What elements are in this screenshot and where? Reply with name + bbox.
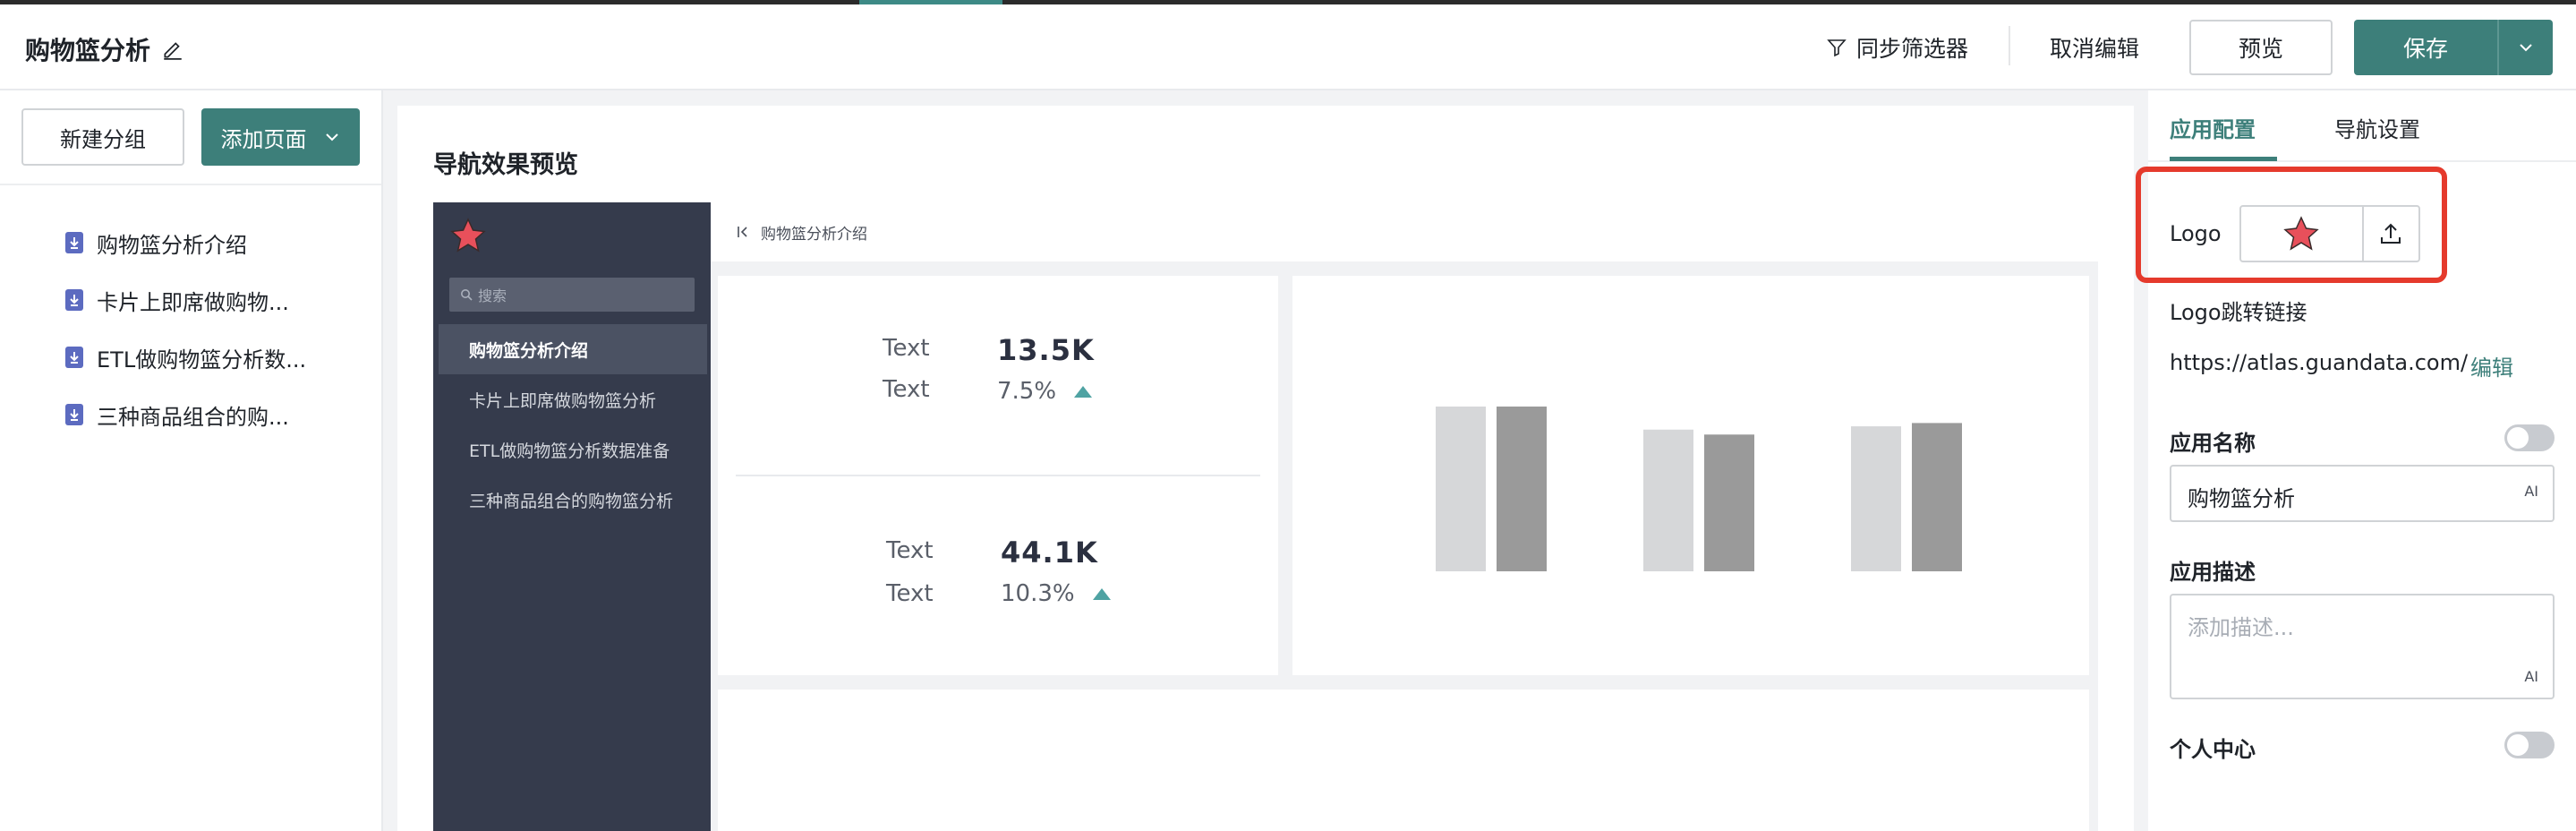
placeholder-bar xyxy=(1704,434,1754,571)
navigation-preview: 搜索 购物篮分析介绍 卡片上即席做购物篮分析 ETL做购物篮分析数据准备 三种商… xyxy=(433,202,2098,831)
page-item[interactable]: 购物篮分析介绍 xyxy=(64,214,306,271)
personal-center-label: 个人中心 xyxy=(2170,737,2256,762)
kpi-change: 10.3% xyxy=(1001,580,1111,607)
tab-nav-settings[interactable]: 导航设置 xyxy=(2334,112,2420,143)
page-item-label: 购物篮分析介绍 xyxy=(97,232,247,258)
placeholder-bar xyxy=(1643,429,1693,571)
chevron-down-icon xyxy=(2520,44,2532,52)
kpi-label: Text xyxy=(883,335,930,362)
header-divider xyxy=(2009,26,2010,65)
kpi-label: Text xyxy=(886,580,934,607)
add-page-button[interactable]: 添加页面 xyxy=(201,108,360,166)
preview-nav-item[interactable]: 卡片上即席做购物篮分析 xyxy=(439,374,707,424)
document-icon xyxy=(65,232,83,253)
placeholder-bar xyxy=(1912,423,1962,571)
app-desc-textarea[interactable]: 添加描述... AI xyxy=(2170,594,2555,699)
ai-assist-icon[interactable]: AI xyxy=(2524,483,2538,500)
bar-chart-card xyxy=(1292,276,2089,675)
placeholder-bar xyxy=(1436,407,1486,571)
preview-sidebar: 搜索 购物篮分析介绍 卡片上即席做购物篮分析 ETL做购物篮分析数据准备 三种商… xyxy=(433,202,711,831)
save-button[interactable]: 保存 xyxy=(2354,20,2497,75)
page-list: 购物篮分析介绍 卡片上即席做购物... ETL做购物篮分析数... 三种商品组合… xyxy=(64,214,306,443)
app-name-label: 应用名称 xyxy=(2170,431,2256,456)
empty-card xyxy=(718,690,2089,831)
preview-breadcrumb: 购物篮分析介绍 xyxy=(761,225,867,244)
page-item[interactable]: 卡片上即席做购物... xyxy=(64,271,306,329)
kpi-value: 13.5K xyxy=(997,333,1095,367)
trend-up-icon xyxy=(1092,587,1111,600)
edit-title-icon[interactable] xyxy=(161,38,184,61)
divider xyxy=(0,184,381,185)
logo-link-label: Logo跳转链接 xyxy=(2170,300,2307,325)
document-icon xyxy=(65,404,83,425)
kpi-label: Text xyxy=(886,537,934,564)
filter-icon xyxy=(1827,39,1847,57)
chevron-down-icon xyxy=(325,133,338,141)
kpi-change-value: 10.3% xyxy=(1001,580,1075,607)
page-item[interactable]: ETL做购物篮分析数... xyxy=(64,329,306,386)
left-sidebar: 新建分组 添加页面 购物篮分析介绍 卡片上即席做购物... ETL做购物篮分析数… xyxy=(0,90,383,831)
app-desc-label: 应用描述 xyxy=(2170,560,2256,585)
preview-nav-item-active[interactable]: 购物篮分析介绍 xyxy=(439,324,707,374)
kpi-card: Text 13.5K Text 7.5% Text 44.1K Text 10.… xyxy=(718,276,1278,675)
bar-chart-placeholder xyxy=(1436,407,1962,571)
preview-topbar: 购物篮分析介绍 xyxy=(711,202,2098,261)
kpi-label: Text xyxy=(883,376,930,403)
kpi-change: 7.5% xyxy=(997,378,1093,405)
placeholder-bar xyxy=(1497,407,1547,571)
config-tabs: 应用配置 导航设置 xyxy=(2148,90,2576,162)
save-button-group: 保存 xyxy=(2354,20,2553,75)
page-item-label: ETL做购物篮分析数... xyxy=(97,347,307,373)
kpi-change-value: 7.5% xyxy=(997,378,1057,405)
document-icon xyxy=(65,347,83,368)
search-icon xyxy=(461,289,473,301)
sync-filter-button[interactable]: 同步筛选器 xyxy=(1826,31,1968,64)
preview-nav: 购物篮分析介绍 卡片上即席做购物篮分析 ETL做购物篮分析数据准备 三种商品组合… xyxy=(439,324,707,525)
page-item-label: 三种商品组合的购... xyxy=(97,404,289,430)
center-panel: 导航效果预览 搜索 购物篮分析介绍 卡片上即席做购物篮分析 ETL做购物篮分析数… xyxy=(397,106,2134,831)
personal-center-toggle[interactable] xyxy=(2504,732,2555,758)
page-title-text: 购物篮分析 xyxy=(25,36,151,65)
edit-link-button[interactable]: 编辑 xyxy=(2470,350,2513,381)
sync-filter-label: 同步筛选器 xyxy=(1856,36,1969,62)
preview-search-input[interactable]: 搜索 xyxy=(449,278,695,312)
page-item[interactable]: 三种商品组合的购... xyxy=(64,386,306,443)
cancel-edit-button[interactable]: 取消编辑 xyxy=(2050,31,2139,64)
kpi-value: 44.1K xyxy=(1001,535,1098,570)
logo-highlight-box xyxy=(2136,167,2447,283)
document-icon xyxy=(65,289,83,311)
app-name-input[interactable]: 购物篮分析 AI xyxy=(2170,465,2555,522)
new-group-button[interactable]: 新建分组 xyxy=(21,108,184,166)
placeholder-bar xyxy=(1851,426,1901,571)
preview-button[interactable]: 预览 xyxy=(2189,20,2333,75)
search-placeholder: 搜索 xyxy=(478,287,508,304)
page-title: 购物篮分析 xyxy=(25,31,184,67)
ai-assist-icon[interactable]: AI xyxy=(2524,668,2538,685)
collapse-icon[interactable] xyxy=(736,225,750,239)
logo-link-value: https://atlas.guandata.com/ xyxy=(2170,350,2469,375)
section-title: 导航效果预览 xyxy=(433,151,578,179)
add-page-label: 添加页面 xyxy=(220,126,307,152)
save-dropdown-button[interactable] xyxy=(2497,20,2553,75)
preview-nav-item[interactable]: 三种商品组合的购物篮分析 xyxy=(439,475,707,525)
star-logo-icon xyxy=(450,218,486,253)
app-name-toggle[interactable] xyxy=(2504,424,2555,451)
page-item-label: 卡片上即席做购物... xyxy=(97,289,289,315)
app-name-value: 购物篮分析 xyxy=(2188,486,2295,511)
header: 购物篮分析 同步筛选器 取消编辑 预览 保存 xyxy=(0,4,2576,90)
preview-nav-item[interactable]: ETL做购物篮分析数据准备 xyxy=(439,424,707,475)
trend-up-icon xyxy=(1074,385,1093,398)
tab-app-config[interactable]: 应用配置 xyxy=(2170,112,2256,143)
active-tab-indicator xyxy=(2170,157,2277,161)
divider xyxy=(736,475,1260,476)
app-desc-placeholder: 添加描述... xyxy=(2188,615,2294,640)
